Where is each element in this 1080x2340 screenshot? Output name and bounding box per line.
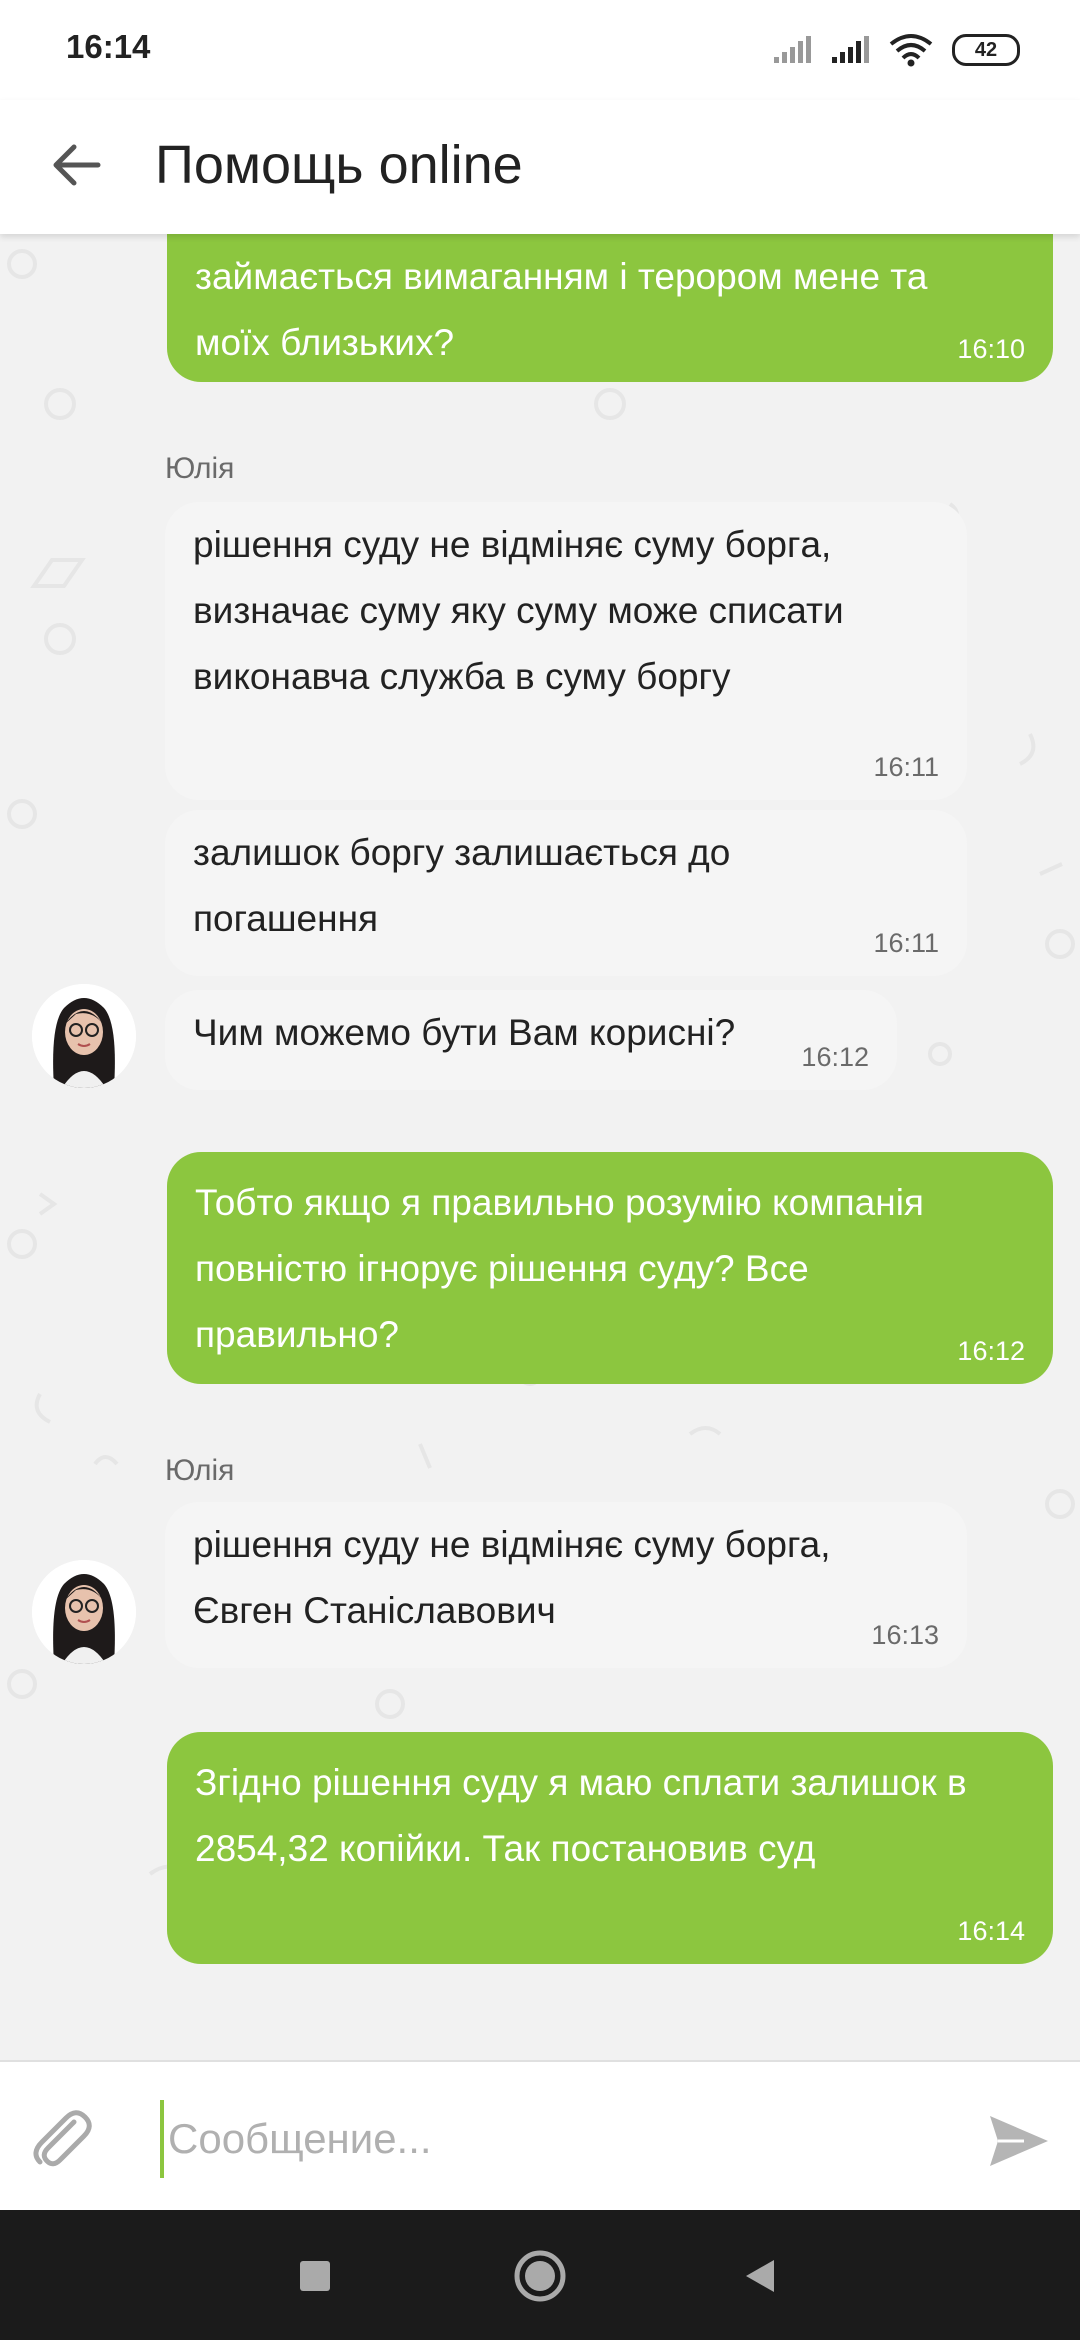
system-nav-bar [0,2210,1080,2340]
message-text: залишок боргу залишається до погашення [193,832,731,939]
status-time: 16:14 [66,28,151,65]
signal-icon [832,36,869,63]
signal-icon [774,36,811,63]
message-composer [0,2060,1080,2212]
avatar[interactable] [32,1560,136,1664]
message-input[interactable] [160,2100,960,2178]
outgoing-message[interactable]: Тобто якщо я правильно розумію компанія … [167,1152,1053,1384]
page-title: Помощь online [155,135,523,195]
back-button[interactable] [42,130,112,200]
home-button[interactable] [510,2246,570,2306]
message-text: займається вимаганням і терором мене та … [195,256,928,363]
message-text: Тобто якщо я правильно розумію компанія … [195,1182,924,1355]
message-time: 16:11 [873,928,939,958]
sender-name: Юлія [165,1454,235,1487]
agent-avatar-image [32,1560,136,1664]
chat-area[interactable]: займається вимаганням і терором мене та … [0,234,1080,2060]
incoming-message[interactable]: рішення суду не відміняє суму боргa, виз… [165,502,967,800]
home-icon [514,2250,566,2302]
incoming-message[interactable]: Чим можемо бути Вам корисні? 16:12 [165,990,897,1090]
message-time: 16:14 [957,1916,1025,1946]
message-text: рішення суду не відміняє суму борга, Євг… [193,1524,831,1631]
sender-name: Юлія [165,452,235,485]
message-text: рішення суду не відміняє суму боргa, виз… [193,524,844,697]
outgoing-message[interactable]: займається вимаганням і терором мене та … [167,234,1053,382]
send-button[interactable] [984,2106,1054,2176]
status-bar: 16:14 42 [0,0,1080,100]
attach-button[interactable] [26,2104,96,2174]
back-icon [746,2260,774,2292]
screen: 16:14 42 Помощь online займається вимага… [0,0,1080,2340]
outgoing-message[interactable]: Згідно рішення суду я маю сплати залишок… [167,1732,1053,1964]
message-time: 16:10 [957,334,1025,364]
incoming-message[interactable]: залишок боргу залишається до погашення 1… [165,810,967,976]
paperclip-icon [33,2110,92,2167]
recent-apps-icon [300,2261,330,2291]
arrow-left-icon [53,144,101,186]
message-time: 16:12 [801,1042,869,1072]
nav-back-button[interactable] [730,2246,790,2306]
message-text: Чим можемо бути Вам корисні? [193,1012,736,1053]
avatar[interactable] [32,984,136,1088]
agent-avatar-image [32,984,136,1088]
message-time: 16:11 [873,752,939,782]
recent-apps-button[interactable] [285,2246,345,2306]
incoming-message[interactable]: рішення суду не відміняє суму борга, Євг… [165,1502,967,1668]
app-bar: Помощь online [0,100,1080,234]
message-text: Згідно рішення суду я маю сплати залишок… [195,1762,967,1869]
send-icon [990,2116,1048,2166]
wifi-icon [889,34,933,67]
battery-icon: 42 [952,34,1020,66]
status-icons: 42 [772,28,1020,72]
message-time: 16:12 [957,1336,1025,1366]
message-time: 16:13 [871,1620,939,1650]
